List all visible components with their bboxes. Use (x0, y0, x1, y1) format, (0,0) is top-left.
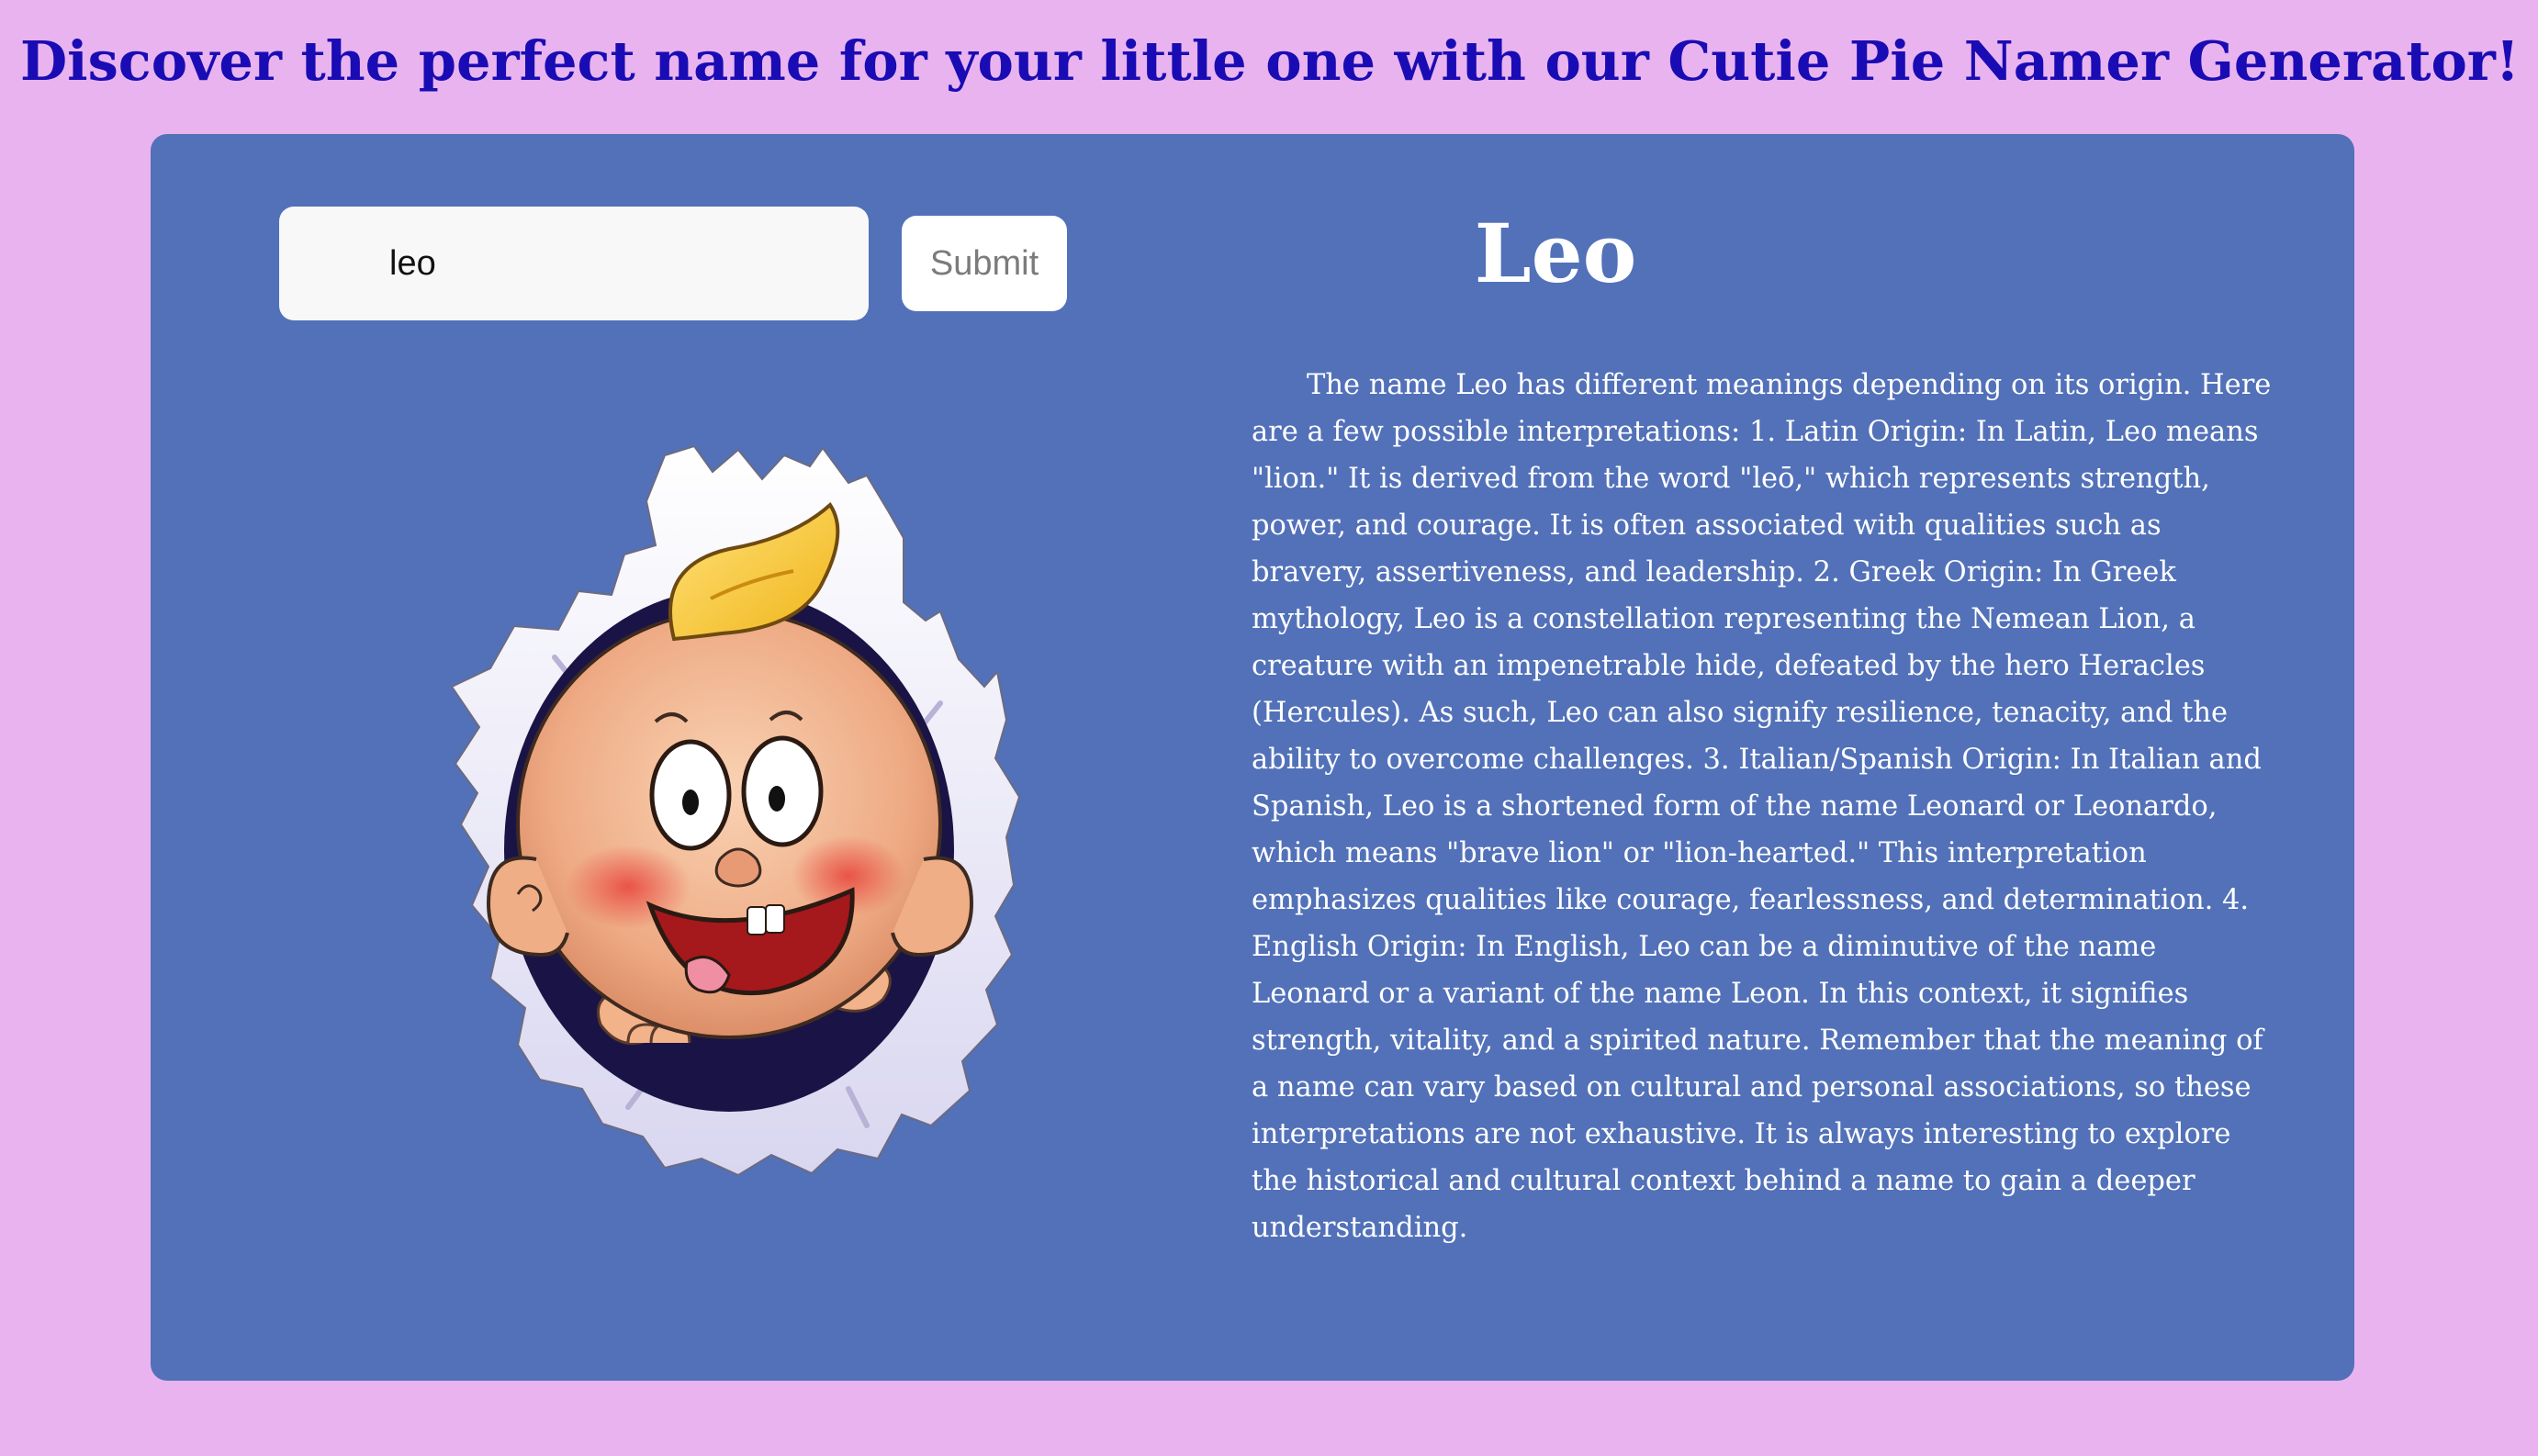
page-title: Discover the perfect name for your littl… (20, 29, 2520, 93)
name-input[interactable] (279, 207, 869, 320)
cartoon-baby-icon (450, 444, 1021, 1177)
name-generator-card: Submit (151, 134, 2354, 1381)
result-meaning: The name Leo has different meanings depe… (1252, 369, 2272, 1244)
submit-button[interactable]: Submit (902, 216, 1067, 311)
result-name: Leo (1474, 206, 1637, 301)
